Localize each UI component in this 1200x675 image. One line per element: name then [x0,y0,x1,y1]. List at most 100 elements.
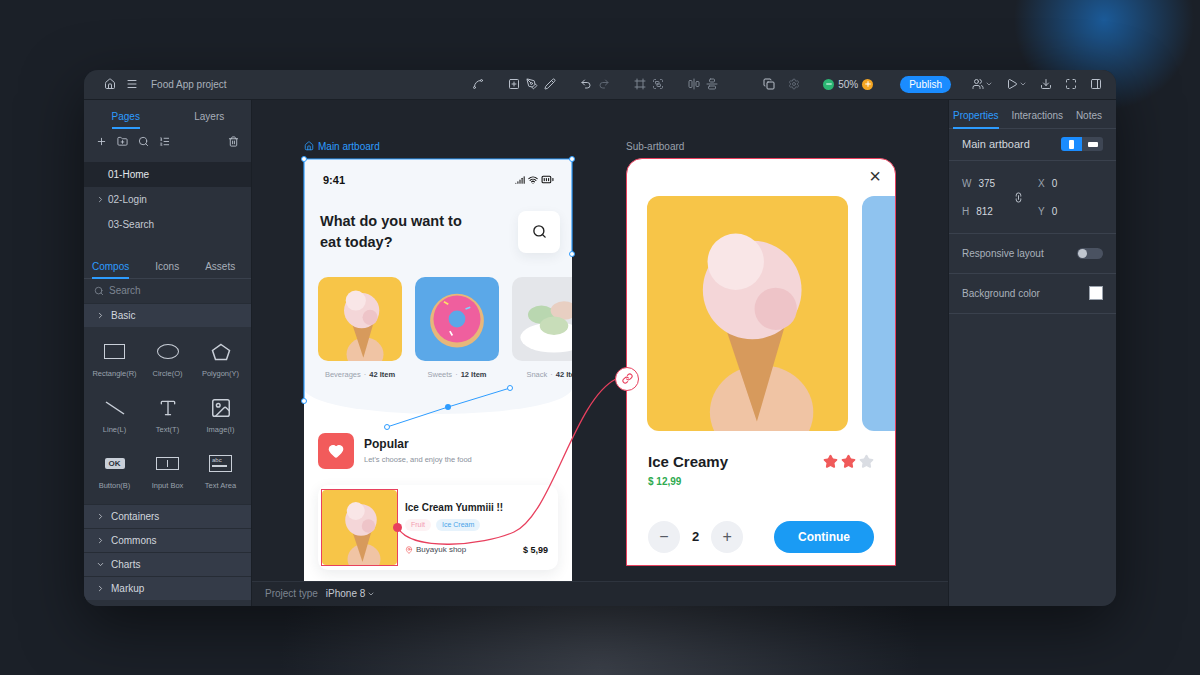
undo-icon[interactable] [580,78,592,90]
close-button[interactable]: × [869,165,881,189]
header-background[interactable]: 9:41What do you want to eat today?Bevera… [304,159,572,414]
expand-icon[interactable] [96,311,105,320]
stepper-button[interactable]: − [648,521,680,553]
main-artboard[interactable]: 9:41What do you want to eat today?Bevera… [304,159,572,581]
component-tab[interactable]: Assets [205,261,235,279]
download-icon[interactable] [1040,78,1052,90]
home-icon[interactable] [104,78,116,90]
artboard-label[interactable]: Main artboard [304,141,380,152]
section-header[interactable]: Containers [84,504,251,528]
icon-dropdown[interactable] [972,78,993,90]
component-item[interactable]: Polygon(Y) [194,341,247,378]
group-icon[interactable] [652,78,664,90]
product-thumbnail[interactable] [322,490,397,565]
panel-tab[interactable]: Layers [168,100,252,129]
align-vertical-icon[interactable] [706,78,718,90]
responsive-switch[interactable] [1077,248,1103,259]
menu-icon[interactable] [126,78,138,90]
orientation-option[interactable] [1061,137,1082,151]
geometry-field[interactable]: Y0 [1038,205,1074,219]
duplicate-icon[interactable] [763,78,775,90]
artboard-label[interactable]: Sub-artboard [626,141,684,152]
chevron-down-icon[interactable] [985,80,993,88]
pen-icon[interactable] [526,78,538,90]
component-tab[interactable]: Icons [155,261,179,279]
project-type-select[interactable]: iPhone 8 [326,588,375,599]
panel-icon[interactable] [1090,78,1102,90]
page-item[interactable]: 02-Login [84,187,251,212]
zoom-out-icon[interactable] [825,80,833,88]
link-handle[interactable] [393,523,402,532]
align-horizontal-icon[interactable] [688,78,700,90]
section-header[interactable]: Commons [84,528,251,552]
preview-icon[interactable] [1006,78,1018,90]
expand-icon[interactable] [96,536,105,545]
category-card[interactable]: Beverages·42 Item [318,277,402,379]
background-swatch[interactable] [1089,286,1103,300]
expand-icon[interactable] [96,584,105,593]
sort-icon[interactable] [159,136,170,147]
stepper-button[interactable]: + [711,521,743,553]
add-artboard-icon[interactable] [508,78,520,90]
connection-icon[interactable] [472,78,484,90]
geometry-field[interactable]: H812 [962,205,998,219]
workspace: PagesLayers 01-Home02-Login03-Search Compo… [84,100,1116,606]
component-item[interactable]: Image(I) [194,397,247,434]
collaborators-icon[interactable] [972,78,984,90]
component-search[interactable]: Search [84,279,251,303]
panel-tab[interactable]: Pages [84,100,168,129]
section-header[interactable]: Basic [84,303,251,327]
publish-button[interactable]: Publish [900,76,951,93]
category-card[interactable]: Snack·42 Item [512,277,572,379]
section-header[interactable]: Markup [84,576,251,600]
icon-dropdown[interactable] [1006,78,1027,90]
component-item[interactable]: Text(T) [141,397,194,434]
component-item[interactable]: OKButton(B) [88,453,141,490]
interaction-link[interactable] [615,367,639,391]
fullscreen-icon[interactable] [1065,78,1077,90]
component-item[interactable]: Circle(O) [141,341,194,378]
section-header[interactable]: Charts [84,552,251,576]
field-value: 0 [1052,206,1058,217]
component-item[interactable]: Rectangle(R) [88,341,141,378]
chevron-down-icon[interactable] [1019,80,1027,88]
search-icon[interactable] [138,136,149,147]
component-item[interactable]: Line(L) [88,397,141,434]
expand-icon[interactable] [96,195,105,204]
properties-tab[interactable]: Interactions [1011,110,1063,129]
delete-icon[interactable] [228,136,239,147]
settings-icon[interactable] [788,78,800,90]
component-item[interactable]: abcText Area [194,453,247,490]
geometry-field[interactable]: X0 [1038,177,1074,191]
collapse-icon[interactable] [96,560,105,569]
category-card[interactable]: Sweets·12 Item [415,277,499,379]
search-button[interactable] [518,211,560,253]
expand-icon[interactable] [96,512,105,521]
page-item[interactable]: 01-Home [84,162,251,187]
redo-icon[interactable] [598,78,610,90]
add-folder-icon[interactable] [117,136,128,147]
tool-group [472,78,484,90]
add-page-icon[interactable] [96,136,107,147]
page-item[interactable]: 03-Search [84,212,251,237]
product-card[interactable]: Ice Cream Yummiii !!FruitIce CreamBuyayu… [318,485,558,570]
aspect-lock[interactable] [1012,192,1024,203]
properties-tab[interactable]: Properties [953,110,999,129]
zoom-in-icon[interactable] [864,80,872,88]
sub-artboard[interactable]: ×Ice Creamy$ 12,99−2+Continue [626,158,896,566]
zoom-button[interactable] [862,79,873,90]
tag-row: FruitIce Cream [405,519,548,531]
component-tab[interactable]: Compos [92,261,129,279]
frame-icon[interactable] [634,78,646,90]
pencil-icon[interactable] [544,78,556,90]
project-type-label: Project type [265,588,318,599]
properties-tab[interactable]: Notes [1076,110,1102,129]
continue-button[interactable]: Continue [774,521,874,553]
component-label: Circle(O) [153,369,183,378]
component-item[interactable]: Input Box [141,453,194,490]
zoom-button[interactable] [823,79,834,90]
zoom-level: 50% [838,79,858,90]
orientation-option[interactable] [1082,137,1103,151]
geometry-field[interactable]: W375 [962,177,998,191]
detail-price: $ 12,99 [648,476,728,487]
